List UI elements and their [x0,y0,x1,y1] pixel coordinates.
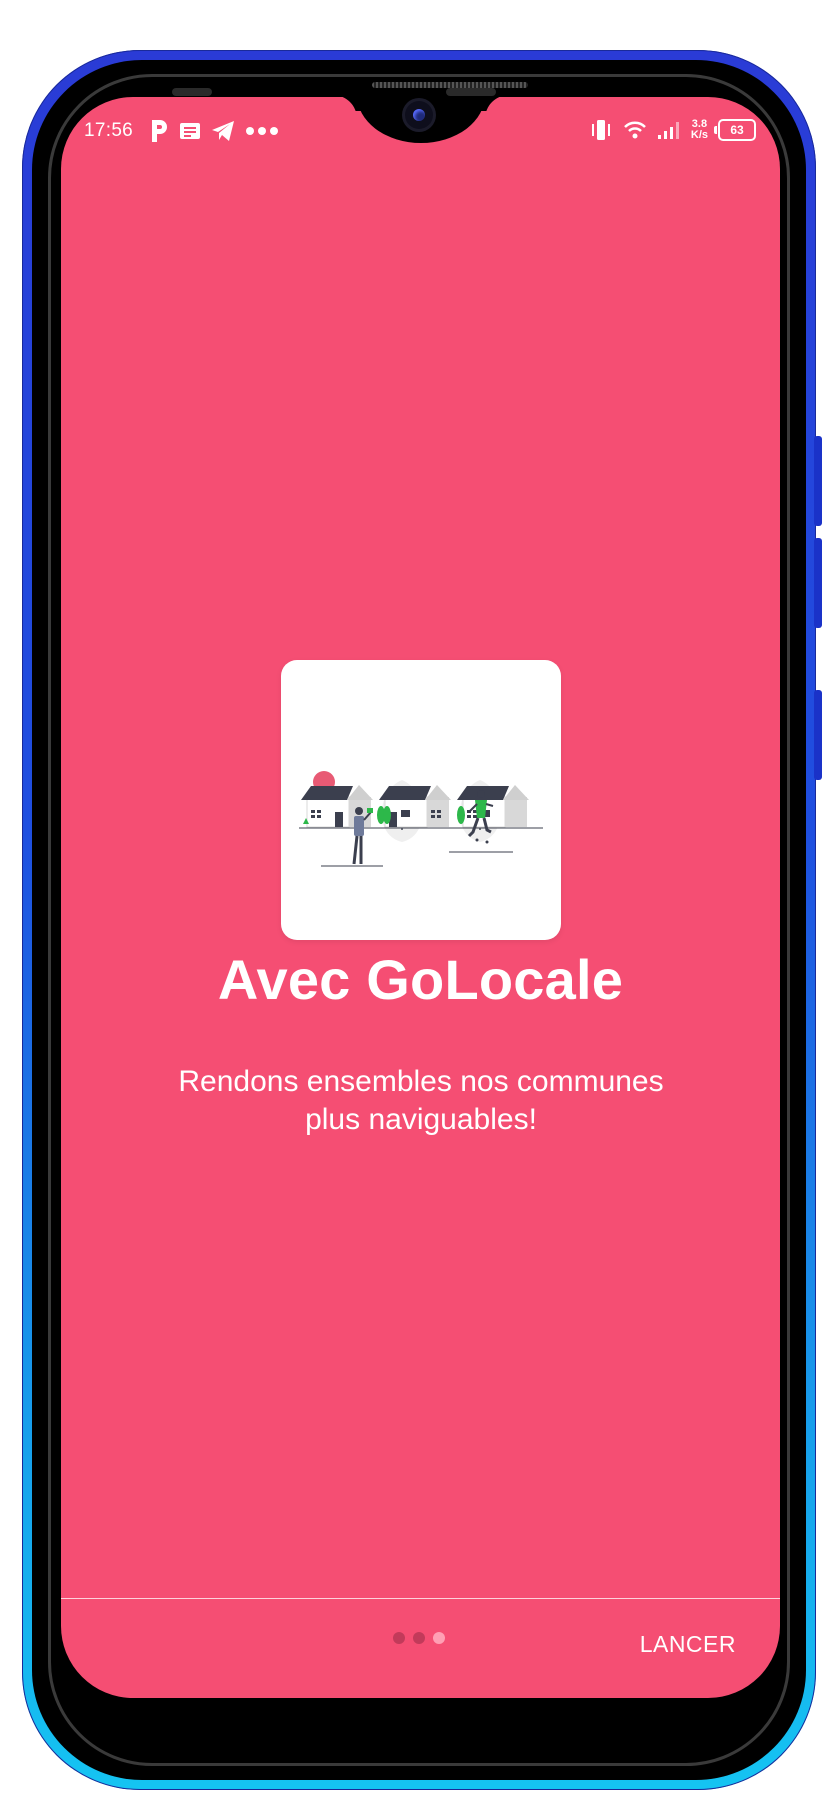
bush-right [457,806,465,824]
telegram-icon [212,121,234,141]
volume-up-button [814,436,822,526]
bottom-divider [61,1598,780,1599]
neighborhood-illustration [299,771,543,867]
more-dots-icon [246,127,278,135]
sensor-left [172,88,212,96]
launch-button[interactable]: LANCER [634,1627,742,1662]
front-camera-icon [405,101,433,129]
status-time: 17:56 [84,120,134,141]
system-status-icons: 3.8 K/s 63 [589,115,756,145]
wifi-icon [623,121,646,139]
onboarding-subtitle: Rendons ensembles nos communes plus navi… [151,1063,691,1139]
power-button [814,690,822,780]
volume-down-button [814,538,822,628]
parking-icon [152,120,167,142]
network-speed-unit: K/s [690,129,708,141]
onboarding-title: Avec GoLocale [217,948,624,1011]
app-screen: 17:56 3.8 K/s 63 Avec GoLocale Rendons e… [61,97,780,1698]
page-indicator [393,1632,445,1644]
page-dot-2[interactable] [413,1632,425,1644]
vibrate-icon [591,120,610,140]
page-dot-3-active[interactable] [433,1632,445,1644]
subtitle-line-2: plus naviguables! [305,1103,537,1136]
subtitle-line-1: Rendons ensembles nos communes [178,1065,664,1098]
signal-icon [657,122,679,139]
news-icon [180,123,200,139]
battery-indicator: 63 [714,119,756,141]
sensor-right [446,88,496,96]
network-speed: 3.8 K/s [691,119,708,141]
notification-icons [149,117,279,145]
illustration-card [281,660,561,940]
page-dot-1[interactable] [393,1632,405,1644]
